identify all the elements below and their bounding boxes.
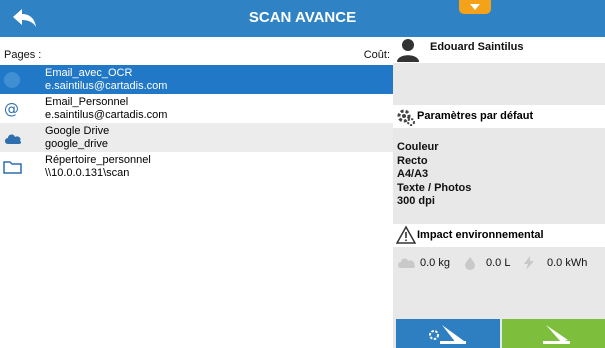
scan-settings-button[interactable] bbox=[396, 319, 500, 348]
default-params-list: Couleur Recto A4/A3 Texte / Photos 300 d… bbox=[397, 141, 471, 209]
param-resolution: 300 dpi bbox=[397, 195, 435, 208]
warning-icon bbox=[395, 225, 417, 245]
list-item-name: Répertoire_personnel bbox=[45, 154, 151, 166]
list-item-detail: e.saintilus@cartadis.com bbox=[45, 80, 168, 92]
email-ocr-icon bbox=[3, 71, 21, 89]
co2-value: 0.0 kg bbox=[420, 257, 450, 269]
default-params-header: Paramètres par défaut bbox=[393, 105, 605, 128]
scanner-icon bbox=[542, 324, 570, 344]
back-arrow-icon bbox=[13, 9, 36, 27]
lightning-icon bbox=[522, 256, 536, 273]
user-info: Edouard Saintilus bbox=[393, 37, 605, 63]
list-item-name: Email_Personnel bbox=[45, 96, 129, 108]
start-scan-button[interactable] bbox=[502, 319, 605, 348]
list-item-email-avec-ocr[interactable]: Email_avec_OCR e.saintilus@cartadis.com bbox=[0, 65, 393, 94]
param-sides: Recto bbox=[397, 154, 428, 167]
svg-text:@: @ bbox=[4, 100, 19, 118]
param-color: Couleur bbox=[397, 141, 439, 153]
gear-icon bbox=[396, 107, 416, 127]
list-header: Pages : Coût: bbox=[0, 46, 393, 64]
page-title: SCAN AVANCE bbox=[248, 9, 357, 26]
list-item-repertoire-personnel[interactable]: Répertoire_personnel \\10.0.0.131\scan bbox=[0, 152, 393, 181]
list-item-google-drive[interactable]: Google Drive google_drive bbox=[0, 123, 393, 152]
list-item-detail: \\10.0.0.131\scan bbox=[45, 167, 130, 179]
user-avatar-icon bbox=[396, 37, 420, 63]
list-item-detail: google_drive bbox=[45, 138, 108, 150]
back-button[interactable] bbox=[6, 4, 44, 32]
param-mode: Texte / Photos bbox=[397, 181, 472, 194]
user-name: Edouard Saintilus bbox=[430, 41, 524, 53]
water-value: 0.0 L bbox=[486, 257, 511, 269]
destination-list-panel: Pages : Coût: Email_avec_OCR e.saintilus… bbox=[0, 37, 393, 348]
list-item-email-personnel[interactable]: @ Email_Personnel e.saintilus@cartadis.c… bbox=[0, 94, 393, 123]
param-format: A4/A3 bbox=[397, 168, 429, 181]
water-drop-icon bbox=[464, 256, 476, 273]
folder-icon bbox=[3, 158, 22, 176]
chevron-down-icon bbox=[470, 4, 480, 10]
co2-cloud-icon bbox=[397, 256, 417, 273]
dropdown-toggle[interactable] bbox=[459, 0, 491, 14]
cost-label: Coût: bbox=[363, 49, 390, 61]
energy-value: 0.0 kWh bbox=[547, 257, 588, 269]
info-panel: Edouard Saintilus Paramètres par défaut … bbox=[393, 37, 605, 348]
at-sign-icon: @ bbox=[3, 100, 21, 118]
environmental-impact-title: Impact environnemental bbox=[417, 229, 544, 241]
default-params-title: Paramètres par défaut bbox=[417, 110, 534, 122]
environmental-impact-header: Impact environnemental bbox=[393, 224, 605, 247]
environmental-impact-values: 0.0 kg 0.0 L 0.0 kWh bbox=[393, 254, 605, 274]
list-item-name: Google Drive bbox=[45, 125, 110, 137]
list-item-detail: e.saintilus@cartadis.com bbox=[45, 109, 168, 121]
list-item-name: Email_avec_OCR bbox=[45, 67, 133, 79]
pages-label: Pages : bbox=[4, 49, 42, 61]
cloud-icon bbox=[3, 129, 22, 147]
scanner-settings-icon bbox=[429, 324, 466, 344]
